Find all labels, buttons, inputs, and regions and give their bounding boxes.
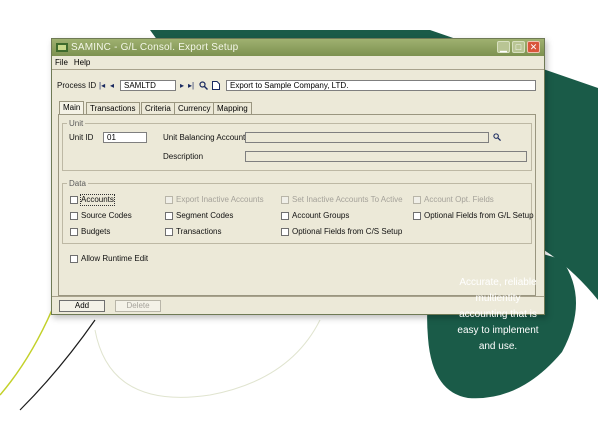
allow-runtime-edit-label: Allow Runtime Edit — [81, 254, 149, 263]
app-icon — [56, 43, 68, 52]
transactions-label: Transactions — [176, 227, 222, 236]
source-codes-label: Source Codes — [81, 211, 132, 220]
promo-line-2: multientity — [475, 293, 521, 304]
add-button[interactable]: Add — [59, 300, 105, 312]
main-tab-panel: Unit Unit ID 01 Unit Balancing Account D… — [58, 114, 536, 296]
optional-fields-gl-label: Optional Fields from G/L Setup — [424, 211, 534, 220]
account-finder-icon[interactable] — [493, 133, 501, 141]
optional-fields-cs-label: Optional Fields from C/S Setup — [292, 227, 403, 236]
unit-group — [62, 123, 532, 171]
menu-file[interactable]: File — [55, 58, 68, 67]
previous-record-icon[interactable]: ◂ — [110, 81, 114, 91]
promo-line-1: Accurate, reliable — [459, 277, 537, 288]
process-id-label: Process ID — [57, 81, 97, 90]
optional-fields-cs-checkbox[interactable] — [281, 228, 289, 236]
menu-bar: File Help — [52, 56, 544, 69]
next-record-icon[interactable]: ▸ — [180, 81, 184, 91]
allow-runtime-edit-checkbox[interactable] — [70, 255, 78, 263]
unit-balancing-account-field[interactable] — [245, 132, 489, 143]
menu-help[interactable]: Help — [74, 58, 90, 67]
unit-id-field[interactable]: 01 — [103, 132, 147, 143]
unit-balancing-account-label: Unit Balancing Account — [163, 133, 246, 142]
delete-button[interactable]: Delete — [115, 300, 161, 312]
export-setup-window: SAMINC - G/L Consol. Export Setup ▁ □ ✕ … — [51, 38, 545, 315]
data-group-label: Data — [67, 179, 88, 188]
segment-codes-checkbox[interactable] — [165, 212, 173, 220]
budgets-label: Budgets — [81, 227, 111, 236]
unit-id-label: Unit ID — [69, 133, 94, 142]
process-id-field[interactable]: SAMLTD — [120, 80, 176, 91]
accounts-label: Accounts — [80, 194, 115, 206]
account-groups-checkbox[interactable] — [281, 212, 289, 220]
description-field[interactable] — [245, 151, 527, 162]
accounts-checkbox[interactable] — [70, 196, 78, 204]
promo-line-5: and use. — [478, 341, 518, 352]
promo-line-3: accounting that is — [459, 309, 537, 320]
last-record-icon[interactable]: ▸| — [188, 81, 194, 91]
description-label: Description — [163, 152, 204, 161]
export-inactive-accounts-label: Export Inactive Accounts — [176, 195, 264, 204]
set-inactive-accounts-checkbox[interactable] — [281, 196, 289, 204]
budgets-checkbox[interactable] — [70, 228, 78, 236]
account-groups-label: Account Groups — [292, 211, 350, 220]
account-opt-fields-checkbox[interactable] — [413, 196, 421, 204]
account-opt-fields-label: Account Opt. Fields — [424, 195, 494, 204]
finder-icon[interactable] — [199, 81, 208, 90]
set-inactive-accounts-label: Set Inactive Accounts To Active — [292, 195, 403, 204]
export-inactive-accounts-checkbox[interactable] — [165, 196, 173, 204]
promo-line-4: easy to implement — [457, 325, 539, 336]
lime-curve — [0, 309, 53, 396]
first-record-icon[interactable]: |◂ — [99, 81, 105, 91]
unit-group-label: Unit — [67, 119, 86, 128]
source-codes-checkbox[interactable] — [70, 212, 78, 220]
promo-text: Accurate, reliable multientity accountin… — [433, 275, 563, 355]
menu-divider — [52, 69, 544, 70]
window-title: SAMINC - G/L Consol. Export Setup — [71, 42, 239, 53]
transactions-checkbox[interactable] — [165, 228, 173, 236]
maximize-icon[interactable]: □ — [512, 41, 525, 53]
faint-arc — [94, 319, 321, 398]
dark-curve — [19, 319, 96, 411]
minimize-icon[interactable]: ▁ — [497, 41, 510, 53]
title-bar[interactable]: SAMINC - G/L Consol. Export Setup ▁ □ ✕ — [52, 39, 544, 56]
optional-fields-gl-checkbox[interactable] — [413, 212, 421, 220]
new-document-icon[interactable] — [212, 81, 220, 90]
process-description-field[interactable]: Export to Sample Company, LTD. — [226, 80, 536, 91]
close-icon[interactable]: ✕ — [527, 41, 540, 53]
segment-codes-label: Segment Codes — [176, 211, 234, 220]
tab-main[interactable]: Main — [59, 101, 85, 115]
